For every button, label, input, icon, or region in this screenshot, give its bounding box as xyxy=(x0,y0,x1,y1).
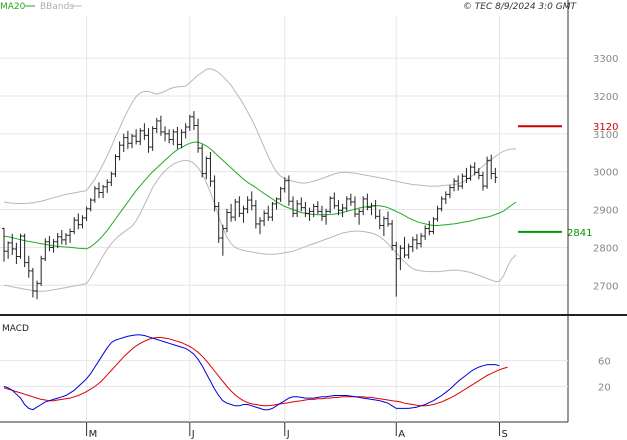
macd-y-tick-label: 20 xyxy=(598,382,611,393)
price-y-tick-label: 2900 xyxy=(593,206,618,217)
price-y-tick-label: 3200 xyxy=(593,92,618,103)
ma20-legend-label: MA20 xyxy=(0,2,26,12)
price-y-tick-label: 2800 xyxy=(593,243,618,254)
price-y-tick-label: 3300 xyxy=(593,54,618,65)
price-y-tick-label: 2700 xyxy=(593,281,618,292)
price-y-tick-label: 3000 xyxy=(593,168,618,179)
resistance-label: 3120 xyxy=(593,122,618,133)
bbands-legend-label: BBands xyxy=(40,2,74,12)
macd-y-tick-label: 60 xyxy=(598,357,611,368)
x-tick-label: M xyxy=(89,429,98,440)
copyright-timestamp: © TEC 8/9/2024 3:0 GMT xyxy=(463,2,578,12)
macd-panel-title: MACD xyxy=(2,324,29,334)
support-label: 2841 xyxy=(567,228,592,239)
chart-background xyxy=(0,0,627,440)
x-tick-label: J xyxy=(286,429,290,440)
x-tick-label: J xyxy=(191,429,195,440)
x-tick-label: A xyxy=(398,429,405,440)
x-tick-label: S xyxy=(501,429,507,440)
stock-chart: MA20 BBands © TEC 8/9/2024 3:0 GMT 33003… xyxy=(0,0,627,440)
